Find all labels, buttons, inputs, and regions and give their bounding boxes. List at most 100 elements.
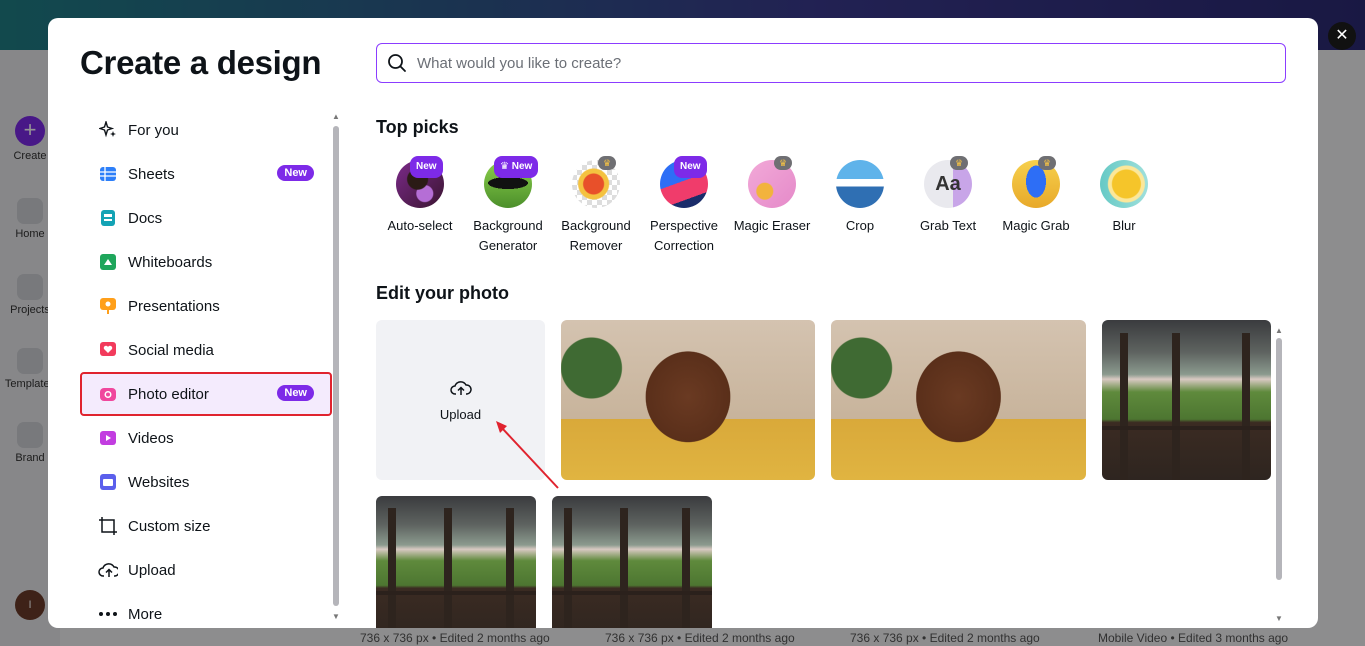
photo-thumbnail[interactable] [552, 496, 712, 628]
sidebar-item-social-media[interactable]: Social media [80, 328, 332, 372]
edit-photo-heading: Edit your photo [376, 283, 509, 304]
photo-thumbnail[interactable] [376, 496, 536, 628]
sidebar-item-label: Docs [128, 210, 162, 227]
sidebar-item-label: For you [128, 122, 179, 139]
search-icon [387, 53, 407, 73]
sidebar-item-for-you[interactable]: For you [80, 108, 332, 152]
new-badge: New [277, 385, 314, 401]
background-generator-icon: ♛ New [484, 160, 532, 208]
sidebar-item-label: Custom size [128, 518, 211, 535]
sidebar-item-label: Social media [128, 342, 214, 359]
heart-icon [98, 340, 118, 360]
sidebar-scrollbar[interactable]: ▲ ▼ [331, 112, 341, 622]
new-tag: ♛ New [494, 156, 538, 178]
sidebar-item-label: More [128, 606, 162, 623]
magic-eraser-icon: ♛ [748, 160, 796, 208]
blur-icon [1100, 160, 1148, 208]
upload-tile[interactable]: Upload [376, 320, 545, 480]
magic-grab-icon: ♛ [1012, 160, 1060, 208]
new-tag: New [410, 156, 443, 178]
sidebar-item-sheets[interactable]: Sheets New [80, 152, 332, 196]
new-tag-text: New [512, 161, 533, 172]
sheets-icon [98, 164, 118, 184]
docs-icon [98, 208, 118, 228]
sidebar-item-label: Upload [128, 562, 176, 579]
search-input[interactable] [417, 55, 1257, 72]
background-remover-icon: ♛ [572, 160, 620, 208]
pick-label: Grab Text [920, 218, 976, 233]
modal-title: Create a design [80, 44, 321, 82]
photo-thumbnail[interactable] [561, 320, 815, 480]
pick-background-generator[interactable]: ♛ New Background Generator [464, 158, 552, 256]
close-button[interactable]: ✕ [1328, 22, 1356, 50]
pick-label: Magic Grab [1002, 218, 1069, 233]
sidebar-item-label: Presentations [128, 298, 220, 315]
presentation-icon [98, 296, 118, 316]
video-icon [98, 428, 118, 448]
new-badge: New [277, 165, 314, 181]
photo-grid: Upload [376, 320, 1276, 628]
auto-select-icon: New [396, 160, 444, 208]
pick-magic-eraser[interactable]: ♛ Magic Eraser [728, 158, 816, 256]
pick-label: Auto-select [387, 218, 452, 233]
sidebar-item-photo-editor[interactable]: Photo editor New [80, 372, 332, 416]
category-sidebar: For you Sheets New Docs Whiteboards Pres… [80, 108, 332, 628]
sidebar-item-more[interactable]: More [80, 592, 332, 628]
pick-blur[interactable]: Blur [1080, 158, 1168, 256]
sidebar-item-upload[interactable]: Upload [80, 548, 332, 592]
new-tag: New [674, 156, 707, 178]
cloud-upload-icon [98, 560, 118, 580]
pick-background-remover[interactable]: ♛ Background Remover [552, 158, 640, 256]
scroll-up-icon[interactable]: ▲ [331, 112, 341, 121]
sidebar-item-custom-size[interactable]: Custom size [80, 504, 332, 548]
pick-label: Crop [846, 218, 874, 233]
grab-text-icon: Aa ♛ [924, 160, 972, 208]
scroll-up-icon[interactable]: ▲ [1274, 326, 1284, 335]
sidebar-item-websites[interactable]: Websites [80, 460, 332, 504]
sidebar-item-docs[interactable]: Docs [80, 196, 332, 240]
cloud-upload-icon [450, 379, 472, 397]
pick-label: Background Generator [473, 218, 542, 253]
sidebar-item-videos[interactable]: Videos [80, 416, 332, 460]
photo-grid-scrollbar[interactable]: ▲ ▼ [1274, 326, 1284, 626]
scrollbar-thumb[interactable] [333, 126, 339, 606]
photo-thumbnail[interactable] [831, 320, 1086, 480]
more-icon [98, 604, 118, 624]
pick-crop[interactable]: Crop [816, 158, 904, 256]
pick-label: Background Remover [561, 218, 630, 253]
pick-label: Blur [1112, 218, 1135, 233]
perspective-correction-icon: New [660, 160, 708, 208]
create-design-modal: Create a design For you Sheets New Docs … [48, 18, 1318, 628]
pick-perspective-correction[interactable]: New Perspective Correction [640, 158, 728, 256]
whiteboard-icon [98, 252, 118, 272]
crown-icon: ♛ [598, 156, 616, 170]
scroll-down-icon[interactable]: ▼ [331, 612, 341, 621]
sidebar-item-label: Websites [128, 474, 189, 491]
sidebar-item-label: Videos [128, 430, 174, 447]
crop-tool-icon [836, 160, 884, 208]
sidebar-item-presentations[interactable]: Presentations [80, 284, 332, 328]
pick-grab-text[interactable]: Aa ♛ Grab Text [904, 158, 992, 256]
pick-label: Perspective Correction [650, 218, 718, 253]
sidebar-item-whiteboards[interactable]: Whiteboards [80, 240, 332, 284]
crown-icon: ♛ [774, 156, 792, 170]
pick-label: Magic Eraser [734, 218, 811, 233]
crop-icon [98, 516, 118, 536]
close-icon: ✕ [1335, 27, 1348, 44]
sidebar-item-label: Whiteboards [128, 254, 212, 271]
website-icon [98, 472, 118, 492]
crown-icon: ♛ [950, 156, 968, 170]
sidebar-item-label: Photo editor [128, 386, 209, 403]
sidebar-item-label: Sheets [128, 166, 175, 183]
search-bar[interactable] [376, 43, 1286, 83]
top-picks-heading: Top picks [376, 117, 459, 138]
camera-icon [98, 384, 118, 404]
scrollbar-thumb[interactable] [1276, 338, 1282, 580]
scroll-down-icon[interactable]: ▼ [1274, 614, 1284, 623]
crown-icon: ♛ [1038, 156, 1056, 170]
top-picks-list: New Auto-select ♛ New Background Generat… [376, 158, 1168, 256]
sparkle-icon [98, 120, 118, 140]
photo-thumbnail[interactable] [1102, 320, 1271, 480]
pick-auto-select[interactable]: New Auto-select [376, 158, 464, 256]
pick-magic-grab[interactable]: ♛ Magic Grab [992, 158, 1080, 256]
